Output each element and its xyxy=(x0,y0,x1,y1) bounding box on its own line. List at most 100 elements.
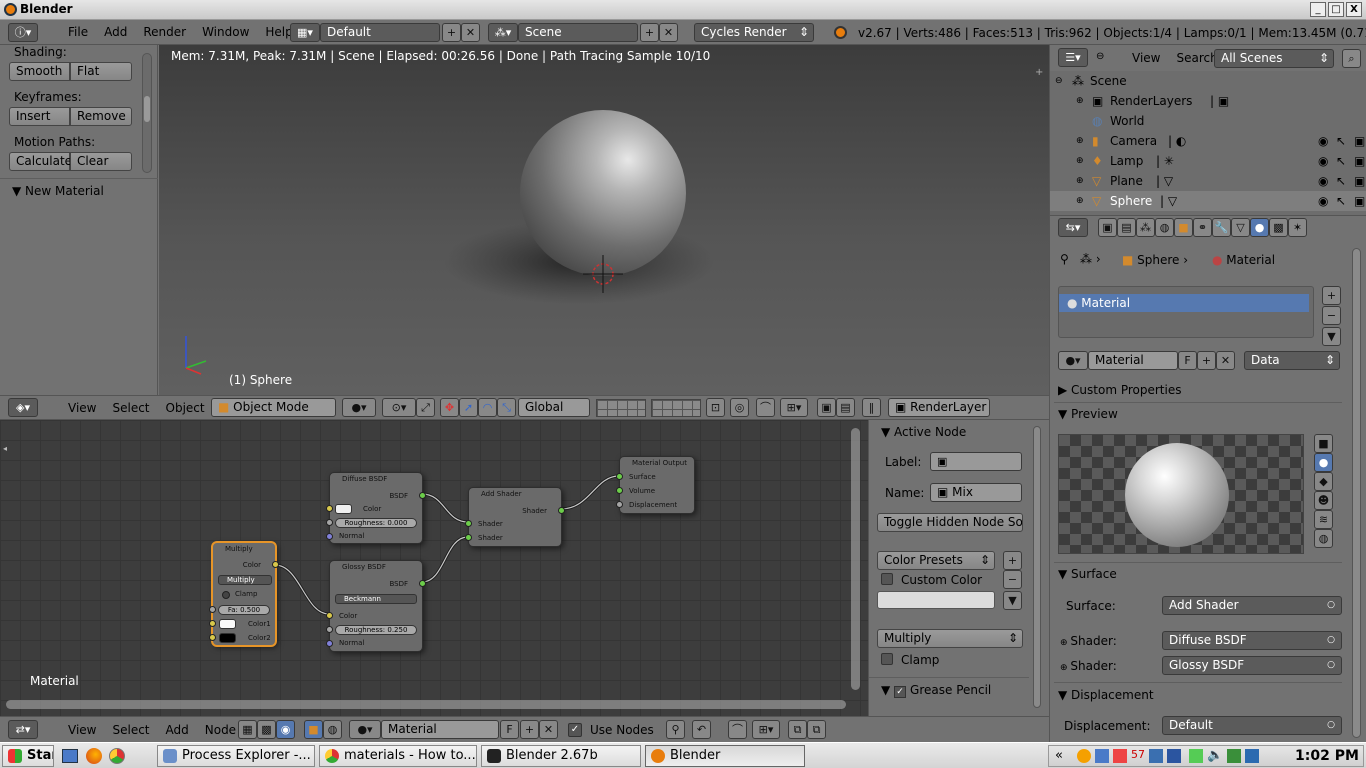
mode-select[interactable]: ■ Object Mode xyxy=(211,398,336,417)
data-tab-icon[interactable]: ▽ xyxy=(1231,218,1250,237)
visibility-eye-icon[interactable]: ◉ xyxy=(1318,151,1328,171)
tray-battery-icon[interactable] xyxy=(1189,749,1203,763)
displacement-select[interactable]: Default ○ xyxy=(1162,716,1342,735)
render-anim-icon[interactable]: ▤ xyxy=(836,398,855,417)
calculate-button[interactable]: Calculate xyxy=(9,152,72,171)
toolshelf-scrollbar[interactable] xyxy=(142,53,152,173)
proportional-icon[interactable]: ◎ xyxy=(730,398,749,417)
tray-volume-icon[interactable]: 🔈 xyxy=(1207,748,1223,763)
material-name-field[interactable]: Material xyxy=(1088,351,1178,370)
collapse-icon[interactable]: ⊖ xyxy=(1096,51,1104,62)
render-camera-icon[interactable]: ▣ xyxy=(1354,131,1365,151)
menu-file[interactable]: File xyxy=(60,20,96,45)
outliner-row-scene[interactable]: ⊖ ⁂ Scene xyxy=(1050,71,1366,91)
left-arrow-icon[interactable]: ◂ xyxy=(3,444,7,453)
render-camera-icon[interactable]: ▣ xyxy=(1354,151,1365,171)
diffuse-bsdf-node[interactable]: Diffuse BSDF BSDF Color Roughness: 0.000… xyxy=(326,472,426,544)
menu-view[interactable]: View xyxy=(60,718,104,743)
visibility-eye-icon[interactable]: ◉ xyxy=(1318,171,1328,191)
firefox-icon[interactable] xyxy=(86,748,102,764)
task-blender[interactable]: Blender xyxy=(645,745,805,767)
material-add-button[interactable]: + xyxy=(1197,351,1216,370)
maximize-button[interactable]: □ xyxy=(1328,2,1344,17)
outliner-row-renderlayers[interactable]: ⊕ ▣ RenderLayers | ▣ xyxy=(1050,91,1366,111)
preview-monkey-icon[interactable]: ☻ xyxy=(1314,491,1333,510)
outliner-row-world[interactable]: ◍ World xyxy=(1050,111,1366,131)
shader2-select[interactable]: Glossy BSDF ○ xyxy=(1162,656,1342,675)
material-add-button[interactable]: + xyxy=(520,720,539,739)
expand-icon[interactable]: ⊕ xyxy=(1076,131,1084,151)
material-browse-icon[interactable]: ●▾ xyxy=(349,720,381,739)
roughness-field[interactable]: Roughness: 0.250 xyxy=(335,625,417,635)
grease-pencil-checkbox-icon[interactable]: ✓ xyxy=(894,686,907,698)
material-link-select[interactable]: Data ⇕ xyxy=(1244,351,1340,370)
menu-node[interactable]: Node xyxy=(197,718,244,743)
roughness-field[interactable]: Roughness: 0.000 xyxy=(335,518,417,528)
render-engine-select[interactable]: Cycles Render ⇕ xyxy=(694,23,814,42)
shader-output-socket[interactable] xyxy=(558,507,565,514)
clock[interactable]: 1:02 PM xyxy=(1295,748,1359,764)
visibility-eye-icon[interactable]: ◉ xyxy=(1318,131,1328,151)
select-arrow-icon[interactable]: ↖ xyxy=(1336,131,1346,151)
fake-user-button[interactable]: F xyxy=(1178,351,1197,370)
move-icon[interactable]: ➚ xyxy=(459,398,478,417)
slot-remove-button[interactable]: − xyxy=(1322,306,1341,325)
outliner-row-sphere[interactable]: ⊕ ▽ Sphere | ▽ ◉ ↖ ▣ xyxy=(1050,191,1366,211)
roughness-input-socket[interactable] xyxy=(326,626,333,633)
clear-button[interactable]: Clear xyxy=(70,152,132,171)
color-input-socket[interactable] xyxy=(326,612,333,619)
material-tab-icon[interactable]: ● xyxy=(1250,218,1269,237)
render-camera-icon[interactable]: ▣ xyxy=(1354,191,1365,211)
glossy-bsdf-node[interactable]: Glossy BSDF BSDF Beckmann Color Roughnes… xyxy=(326,560,426,652)
layers-grid[interactable] xyxy=(596,399,646,417)
start-button[interactable]: Start xyxy=(2,745,54,767)
node-hscrollbar[interactable] xyxy=(6,700,846,709)
color-presets-select[interactable]: Color Presets ⇕ xyxy=(877,551,995,570)
tray-info-icon[interactable] xyxy=(1245,749,1259,763)
shader-input-socket-1[interactable] xyxy=(465,520,472,527)
expand-icon[interactable]: ⊕ xyxy=(1076,91,1084,111)
tray-mail-icon[interactable] xyxy=(1113,749,1127,763)
world-tab-icon[interactable]: ◍ xyxy=(1155,218,1174,237)
parent-icon[interactable]: ↶ xyxy=(692,720,711,739)
surface-shader-select[interactable]: Add Shader ○ xyxy=(1162,596,1342,615)
translate-icon[interactable]: ✥ xyxy=(440,398,459,417)
world-shader-icon[interactable]: ◍ xyxy=(323,720,342,739)
scene-field[interactable]: Scene xyxy=(518,23,638,42)
texture-tree-icon[interactable]: ▩ xyxy=(257,720,276,739)
viewport-shading-icon[interactable]: ●▾ xyxy=(342,398,376,417)
layout-field[interactable]: Default xyxy=(320,23,440,42)
clamp-checkbox[interactable] xyxy=(222,591,230,599)
node-vscrollbar[interactable] xyxy=(851,428,860,690)
material-slot-list[interactable]: ● Material xyxy=(1058,286,1314,338)
compositor-tree-icon[interactable]: ◉ xyxy=(276,720,295,739)
breadcrumb-material[interactable]: ● Material xyxy=(1212,253,1275,267)
displacement-input-socket[interactable] xyxy=(616,501,623,508)
volume-input-socket[interactable] xyxy=(616,487,623,494)
preview-sphere-icon[interactable]: ● xyxy=(1314,453,1333,472)
editor-type-icon[interactable]: ◈▾ xyxy=(8,398,38,417)
tray-monitor-icon[interactable] xyxy=(1167,749,1181,763)
multiply-node[interactable]: Multiply Color Multiply Clamp Fa: 0.500 … xyxy=(209,542,279,646)
blend-mode-select[interactable]: Multiply ⇕ xyxy=(877,629,1023,648)
slot-add-button[interactable]: + xyxy=(1322,286,1341,305)
snap-icon[interactable]: ⌒ xyxy=(756,398,775,417)
paste-nodes-icon[interactable]: ⧉ xyxy=(807,720,826,739)
close-button[interactable]: X xyxy=(1346,2,1362,17)
material-remove-button[interactable]: ✕ xyxy=(539,720,558,739)
chrome-icon[interactable] xyxy=(109,748,125,764)
layout-icon[interactable]: ▦▾ xyxy=(290,23,320,42)
renderlayer-select[interactable]: ▣ RenderLayer xyxy=(888,398,990,417)
add-shader-node[interactable]: Add Shader Shader Shader Shader xyxy=(465,487,565,547)
particles-tab-icon[interactable]: ✶ xyxy=(1288,218,1307,237)
expand-dot-icon[interactable]: ⊕ xyxy=(1060,663,1070,673)
expand-icon[interactable]: ⊕ xyxy=(1076,171,1084,191)
expand-dot-icon[interactable]: ⊕ xyxy=(1060,638,1070,648)
snap-mode-icon[interactable]: ⊞▾ xyxy=(752,720,780,739)
scene-add-button[interactable]: + xyxy=(640,23,659,42)
normal-input-socket[interactable] xyxy=(326,533,333,540)
node-editor-type-icon[interactable]: ⇄▾ xyxy=(8,720,38,739)
tray-network-icon[interactable] xyxy=(1149,749,1163,763)
object-tab-icon[interactable]: ■ xyxy=(1174,218,1193,237)
select-arrow-icon[interactable]: ↖ xyxy=(1336,191,1346,211)
